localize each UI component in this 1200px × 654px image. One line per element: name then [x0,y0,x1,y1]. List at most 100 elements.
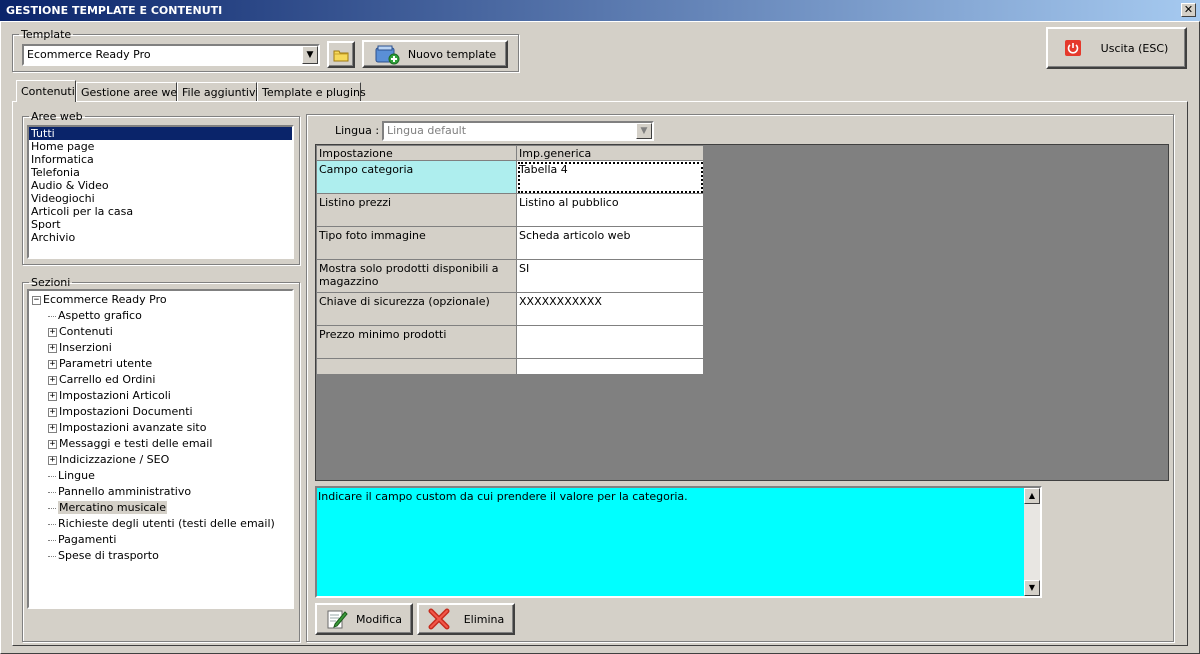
tree-item[interactable]: + Impostazioni avanzate sito [48,420,206,436]
table-row-empty[interactable] [316,358,704,375]
expand-icon[interactable]: + [48,375,57,385]
table-row[interactable]: Mostra solo prodotti disponibili a magaz… [316,259,704,293]
tree-connector [48,507,56,509]
expand-icon[interactable]: + [48,455,57,465]
collapse-icon[interactable]: − [32,295,41,305]
tree-item[interactable]: + Parametri utente [48,356,152,372]
open-folder-button[interactable] [327,41,355,68]
tree-root[interactable]: − Ecommerce Ready Pro [32,292,167,308]
expand-icon[interactable]: + [48,439,57,449]
aree-web-list[interactable]: Tutti Home page Informatica Telefonia Au… [27,125,294,259]
setting-value-empty[interactable] [516,358,704,375]
setting-key[interactable]: Listino prezzi [316,193,517,227]
setting-value[interactable]: Scheda articolo web [516,226,704,260]
window-title-bar: GESTIONE TEMPLATE E CONTENUTI [0,0,1200,21]
list-item[interactable]: Archivio [29,231,292,244]
table-row[interactable]: Chiave di sicurezza (opzionale) XXXXXXXX… [316,292,704,326]
tab-contenuti[interactable]: Contenuti [16,80,76,102]
setting-key[interactable]: Tipo foto immagine [316,226,517,260]
tree-item[interactable]: Aspetto grafico [48,308,142,324]
table-row[interactable]: Tipo foto immagine Scheda articolo web [316,226,704,260]
setting-value[interactable]: Listino al pubblico [516,193,704,227]
template-select[interactable]: Ecommerce Ready Pro ▼ [22,44,320,66]
column-header-imp-generica[interactable]: Imp.generica [516,145,704,161]
modify-label: Modifica [356,612,402,626]
settings-grid-area: Impostazione Imp.generica Campo categori… [315,144,1169,481]
tree-item-label: Messaggi e testi delle email [59,437,213,450]
tab-gestione-aree-web[interactable]: Gestione aree web [76,82,184,102]
tree-item[interactable]: Richieste degli utenti (testi delle emai… [48,516,275,532]
window-title: GESTIONE TEMPLATE E CONTENUTI [6,4,223,17]
tree-item[interactable]: Lingue [48,468,95,484]
template-group-label: Template [21,28,72,41]
description-box[interactable]: Indicare il campo custom da cui prendere… [315,486,1042,598]
chevron-down-icon[interactable]: ▼ [302,46,318,64]
tree-item-selected[interactable]: Mercatino musicale [48,500,167,516]
list-item[interactable]: Informatica [29,153,292,166]
tree-connector [48,539,56,541]
list-item[interactable]: Home page [29,140,292,153]
sezioni-tree[interactable]: − Ecommerce Ready Pro Aspetto grafico + Co… [27,289,294,609]
setting-key-empty[interactable] [316,358,517,375]
table-row[interactable]: Campo categoria Tabella 4 [316,160,704,194]
description-scrollbar[interactable]: ▲ ▼ [1024,488,1040,596]
expand-icon[interactable]: + [48,359,57,369]
expand-icon[interactable]: + [48,343,57,353]
tree-item[interactable]: + Contenuti [48,324,113,340]
new-template-label: Nuovo template [407,47,497,61]
tree-item[interactable]: + Carrello ed Ordini [48,372,155,388]
scroll-down-icon[interactable]: ▼ [1024,580,1040,596]
lingua-select-value: Lingua default [387,124,467,137]
table-row[interactable]: Listino prezzi Listino al pubblico [316,193,704,227]
delete-button[interactable]: Elimina [417,603,515,635]
lingua-select[interactable]: Lingua default ▼ [382,121,654,141]
setting-key[interactable]: Campo categoria [316,160,517,194]
column-header-impostazione[interactable]: Impostazione [316,145,517,161]
tree-item[interactable]: + Messaggi e testi delle email [48,436,212,452]
setting-value[interactable]: XXXXXXXXXXX [516,292,704,326]
chevron-down-icon[interactable]: ▼ [636,123,652,139]
tree-connector [48,475,56,477]
new-template-icon [375,45,400,65]
expand-icon[interactable]: + [48,407,57,417]
tree-item[interactable]: Pannello amministrativo [48,484,191,500]
tree-item-label: Parametri utente [59,357,153,370]
list-item[interactable]: Videogiochi [29,192,292,205]
setting-value[interactable]: Tabella 4 [516,160,704,194]
tree-item[interactable]: + Impostazioni Documenti [48,404,193,420]
list-item[interactable]: Tutti [29,127,292,140]
list-item[interactable]: Sport [29,218,292,231]
tree-item-label: Indicizzazione / SEO [59,453,170,466]
tab-file-aggiuntivi[interactable]: File aggiuntivi [177,82,259,102]
tree-item[interactable]: + Impostazioni Articoli [48,388,171,404]
new-template-button[interactable]: Nuovo template [362,40,508,68]
list-item[interactable]: Telefonia [29,166,292,179]
expand-icon[interactable]: + [48,423,57,433]
lingua-label: Lingua : [335,124,380,137]
table-row[interactable]: Prezzo minimo prodotti [316,325,704,359]
tree-item[interactable]: + Indicizzazione / SEO [48,452,169,468]
tab-label: Contenuti [21,85,75,98]
edit-icon [327,610,348,629]
setting-key[interactable]: Prezzo minimo prodotti [316,325,517,359]
tree-item[interactable]: Pagamenti [48,532,116,548]
tree-item[interactable]: + Inserzioni [48,340,112,356]
exit-button[interactable]: Uscita (ESC) [1046,27,1187,69]
tab-label: Gestione aree web [81,86,185,99]
list-item[interactable]: Articoli per la casa [29,205,292,218]
tab-template-plugins[interactable]: Template e plugins [257,82,366,102]
scroll-up-icon[interactable]: ▲ [1024,488,1040,504]
tab-label: File aggiuntivi [182,86,259,99]
setting-value[interactable] [516,325,704,359]
modify-button[interactable]: Modifica [315,603,413,635]
setting-key[interactable]: Mostra solo prodotti disponibili a magaz… [316,259,517,293]
list-item[interactable]: Audio & Video [29,179,292,192]
expand-icon[interactable]: + [48,391,57,401]
tree-item[interactable]: Spese di trasporto [48,548,159,564]
tree-item-label: Lingue [58,469,95,482]
expand-icon[interactable]: + [48,327,57,337]
setting-key[interactable]: Chiave di sicurezza (opzionale) [316,292,517,326]
tree-item-label: Pagamenti [58,533,117,546]
setting-value[interactable]: SI [516,259,704,293]
close-window-button[interactable]: ✕ [1181,3,1196,17]
